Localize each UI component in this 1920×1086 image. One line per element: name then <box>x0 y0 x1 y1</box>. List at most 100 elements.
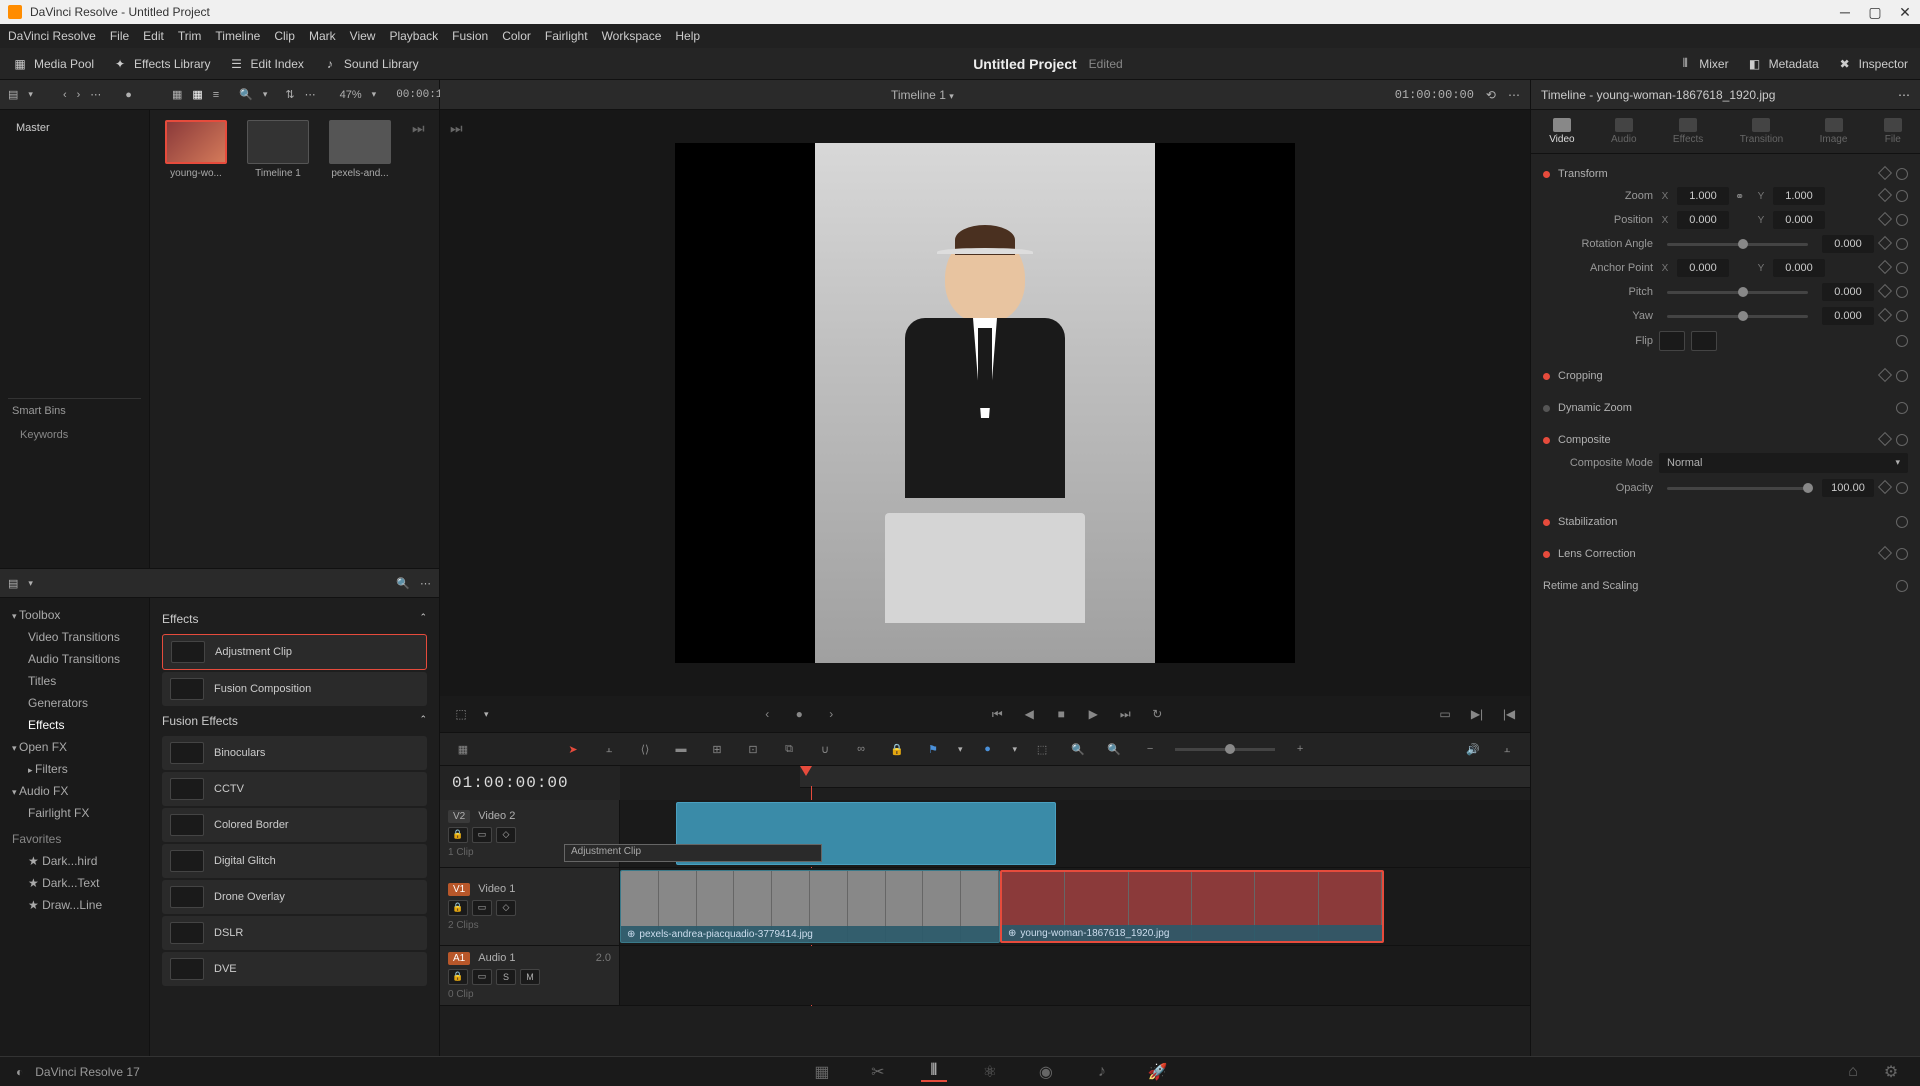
nav-fwd-icon[interactable]: › <box>77 89 81 101</box>
play-reverse-icon[interactable]: ◀ <box>1020 705 1038 723</box>
tab-effects[interactable]: Effects <box>1673 118 1703 145</box>
section-lens[interactable]: Lens Correction <box>1543 544 1908 564</box>
match-frame-icon[interactable]: ▭ <box>1436 705 1454 723</box>
insert-icon[interactable]: ⊞ <box>706 738 728 760</box>
sound-library-toggle[interactable]: ♪ Sound Library <box>322 56 419 72</box>
menu-fairlight[interactable]: Fairlight <box>545 29 588 43</box>
blade-tool-icon[interactable]: ▬ <box>670 738 692 760</box>
keyframe-icon[interactable] <box>1878 188 1892 202</box>
track-auto-icon[interactable]: ◇ <box>496 900 516 916</box>
tree-audio-transitions[interactable]: Audio Transitions <box>0 648 149 670</box>
fx-drone-overlay[interactable]: Drone Overlay <box>162 880 427 914</box>
keyframe-icon[interactable] <box>1878 546 1892 560</box>
pitch-slider[interactable] <box>1667 291 1808 294</box>
track-body[interactable] <box>620 946 1530 1005</box>
track-badge[interactable]: A1 <box>448 952 470 965</box>
menu-clip[interactable]: Clip <box>274 29 295 43</box>
tab-video[interactable]: Video <box>1549 118 1574 145</box>
list-view-icon[interactable]: ▦ <box>172 88 182 101</box>
loop-icon[interactable]: ↻ <box>1148 705 1166 723</box>
reset-icon[interactable] <box>1896 310 1908 322</box>
media-page-icon[interactable]: ▦ <box>809 1062 835 1082</box>
play-icon[interactable]: ▶ <box>1084 705 1102 723</box>
rotation-slider[interactable] <box>1667 243 1808 246</box>
anchor-x-input[interactable] <box>1677 259 1729 277</box>
crop-tool-icon[interactable]: ⬚ <box>452 705 470 723</box>
timeline-ruler[interactable] <box>800 766 1530 788</box>
reset-icon[interactable] <box>1896 335 1908 347</box>
yaw-input[interactable] <box>1822 307 1874 325</box>
section-stabilization[interactable]: Stabilization <box>1543 512 1908 532</box>
inspector-more-icon[interactable]: ⋯ <box>1898 88 1910 102</box>
fx-category-effects[interactable]: Effects⌃ <box>162 606 427 632</box>
reset-icon[interactable] <box>1896 516 1908 528</box>
tab-file[interactable]: File <box>1884 118 1902 145</box>
playhead[interactable] <box>800 766 812 776</box>
track-enable-icon[interactable]: ▭ <box>472 900 492 916</box>
pitch-input[interactable] <box>1822 283 1874 301</box>
keyframe-icon[interactable] <box>1878 166 1892 180</box>
fx-digital-glitch[interactable]: Digital Glitch <box>162 844 427 878</box>
tree-fav-item[interactable]: ★ Dark...hird <box>0 850 149 872</box>
fairlight-page-icon[interactable]: ♪ <box>1089 1062 1115 1082</box>
reset-icon[interactable] <box>1896 402 1908 414</box>
zoom-out-icon[interactable]: 🔍 <box>1103 738 1125 760</box>
flip-h-button[interactable] <box>1659 331 1685 351</box>
fx-dslr[interactable]: DSLR <box>162 916 427 950</box>
skip-forward-icon[interactable]: ⏭ <box>412 120 425 137</box>
fx-category-fusion[interactable]: Fusion Effects⌃ <box>162 708 427 734</box>
dragging-clip[interactable]: Adjustment Clip <box>564 844 822 862</box>
stop-icon[interactable]: ■ <box>1052 705 1070 723</box>
fx-colored-border[interactable]: Colored Border <box>162 808 427 842</box>
track-badge[interactable]: V1 <box>448 883 470 896</box>
reset-icon[interactable] <box>1896 548 1908 560</box>
tree-filters[interactable]: ▸ Filters <box>0 758 149 780</box>
home-icon[interactable]: ⌂ <box>1840 1062 1866 1082</box>
prev-nav-icon[interactable]: ‹ <box>758 705 776 723</box>
menu-edit[interactable]: Edit <box>143 29 164 43</box>
sort-icon[interactable]: ⇅ <box>285 88 294 101</box>
track-body[interactable]: Adjustment Clip Adjustment Clip <box>620 800 1530 867</box>
next-nav-icon[interactable]: › <box>822 705 840 723</box>
track-lock-icon[interactable]: 🔒 <box>448 827 468 843</box>
settings-icon[interactable]: ⚙ <box>1878 1062 1904 1082</box>
zoom-y-input[interactable] <box>1773 187 1825 205</box>
track-lock-icon[interactable]: 🔒 <box>448 900 468 916</box>
tree-effects[interactable]: Effects <box>0 714 149 736</box>
anchor-y-input[interactable] <box>1773 259 1825 277</box>
track-enable-icon[interactable]: ▭ <box>472 969 492 985</box>
clip-thumb[interactable]: young-wo... <box>160 120 232 179</box>
mixer-toggle[interactable]: ⫴ Mixer <box>1677 56 1728 72</box>
metadata-toggle[interactable]: ◧ Metadata <box>1747 56 1819 72</box>
zoom-range-icon[interactable]: ⬚ <box>1031 738 1053 760</box>
dynamic-trim-icon[interactable]: ⟨⟩ <box>634 738 656 760</box>
keyframe-icon[interactable] <box>1878 236 1892 250</box>
search-icon[interactable]: 🔍 <box>396 577 410 590</box>
reset-icon[interactable] <box>1896 262 1908 274</box>
more-icon[interactable]: ⋯ <box>420 577 431 590</box>
menu-color[interactable]: Color <box>502 29 531 43</box>
cut-page-icon[interactable]: ✂ <box>865 1062 891 1082</box>
viewer-more-icon[interactable]: ⋯ <box>1508 88 1520 102</box>
menu-timeline[interactable]: Timeline <box>215 29 260 43</box>
inspector-toggle[interactable]: ✖ Inspector <box>1837 56 1908 72</box>
keywords-bin[interactable]: Keywords <box>8 423 141 447</box>
reset-icon[interactable] <box>1896 168 1908 180</box>
fusion-page-icon[interactable]: ⚛ <box>977 1062 1003 1082</box>
maximize-button[interactable]: ▢ <box>1868 5 1882 19</box>
keyframe-icon[interactable] <box>1878 432 1892 446</box>
yaw-slider[interactable] <box>1667 315 1808 318</box>
menu-trim[interactable]: Trim <box>178 29 202 43</box>
track-auto-icon[interactable]: ◇ <box>496 827 516 843</box>
keyframe-icon[interactable] <box>1878 308 1892 322</box>
overwrite-icon[interactable]: ⊡ <box>742 738 764 760</box>
reset-icon[interactable] <box>1896 238 1908 250</box>
audio-icon[interactable]: 🔊 <box>1462 738 1484 760</box>
reset-icon[interactable] <box>1896 370 1908 382</box>
opacity-input[interactable] <box>1822 479 1874 497</box>
track-body[interactable]: ⊕pexels-andrea-piacquadio-3779414.jpg ⊕y… <box>620 868 1530 945</box>
keyframe-icon[interactable] <box>1878 480 1892 494</box>
menu-mark[interactable]: Mark <box>309 29 336 43</box>
pos-y-input[interactable] <box>1773 211 1825 229</box>
effects-library-toggle[interactable]: ✦ Effects Library <box>112 56 210 72</box>
